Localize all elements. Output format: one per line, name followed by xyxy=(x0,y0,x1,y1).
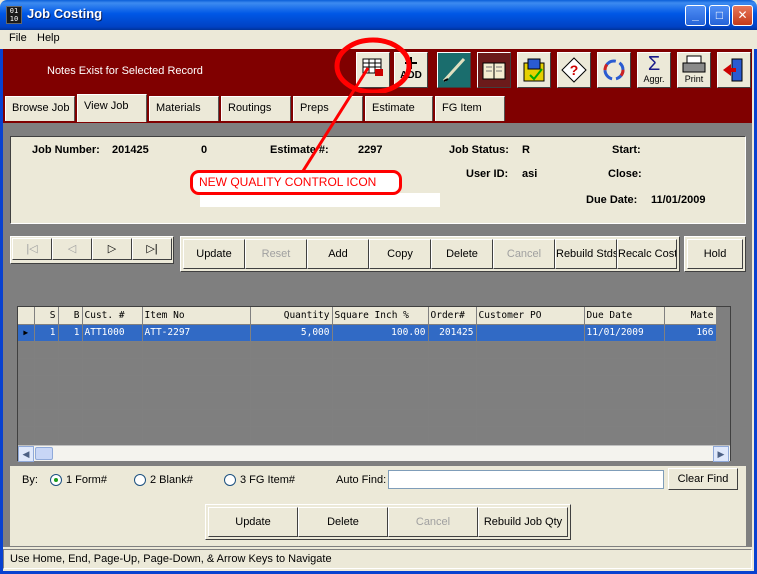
table-row xyxy=(18,358,717,376)
clear-find-button[interactable]: Clear Find xyxy=(668,468,738,490)
table-cell: 11/01/2009 xyxy=(584,324,665,342)
scroll-right-icon[interactable]: ▶ xyxy=(713,446,729,462)
table-cell: ATT1000 xyxy=(82,324,143,342)
horizontal-scrollbar[interactable]: ◀ ▶ xyxy=(18,445,730,462)
by-label: By: xyxy=(22,474,38,486)
table-cell: 201425 xyxy=(428,324,477,342)
previous-record-button[interactable]: ◁ xyxy=(52,238,92,260)
table-row[interactable]: ▶ 1 1 ATT1000 ATT-2297 5,000 100.00 2014… xyxy=(18,324,717,342)
radio-fg-item-label[interactable]: 3 FG Item# xyxy=(240,474,295,486)
radio-blank[interactable] xyxy=(134,474,146,486)
row-pointer-icon: ▶ xyxy=(18,324,35,342)
bottom-delete-button[interactable]: Delete xyxy=(298,507,388,537)
job-grid[interactable]: S B Cust. # Item No Quantity Square Inch… xyxy=(17,306,731,461)
column-header[interactable]: Cust. # xyxy=(82,307,143,325)
next-record-button[interactable]: ▷ xyxy=(92,238,132,260)
scroll-left-icon[interactable]: ◀ xyxy=(18,446,34,462)
radio-form[interactable] xyxy=(50,474,62,486)
bottom-cancel-button[interactable]: Cancel xyxy=(388,507,478,537)
scroll-thumb[interactable] xyxy=(35,447,53,460)
auto-find-input[interactable] xyxy=(388,470,664,489)
row-header-corner xyxy=(18,307,35,325)
hold-button[interactable]: Hold xyxy=(687,239,743,269)
radio-form-label[interactable]: 1 Form# xyxy=(66,474,107,486)
first-record-button[interactable]: |◁ xyxy=(12,238,52,260)
annotation-text: NEW QUALITY CONTROL ICON xyxy=(199,175,377,189)
recalc-costs-button[interactable]: Recalc Costs xyxy=(617,239,677,269)
reset-button[interactable]: Reset xyxy=(245,239,307,269)
table-cell: 1 xyxy=(34,324,59,342)
table-cell: 1 xyxy=(58,324,83,342)
column-header[interactable]: Quantity xyxy=(250,307,333,325)
table-row xyxy=(18,426,717,444)
update-button[interactable]: Update xyxy=(183,239,245,269)
radio-blank-label[interactable]: 2 Blank# xyxy=(150,474,193,486)
rebuild-stds-button[interactable]: Rebuild Stds xyxy=(555,239,617,269)
table-header-row: S B Cust. # Item No Quantity Square Inch… xyxy=(18,307,717,325)
column-header[interactable]: Customer PO xyxy=(476,307,585,325)
radio-fg-item[interactable] xyxy=(224,474,236,486)
column-header[interactable]: Due Date xyxy=(584,307,665,325)
auto-find-label: Auto Find: xyxy=(336,474,387,486)
column-header[interactable]: Mate xyxy=(664,307,717,325)
column-header[interactable]: Square Inch % xyxy=(332,307,429,325)
last-record-button[interactable]: ▷| xyxy=(132,238,172,260)
table-cell: ATT-2297 xyxy=(142,324,251,342)
status-bar: Use Home, End, Page-Up, Page-Down, & Arr… xyxy=(3,549,752,569)
table-row xyxy=(18,392,717,410)
column-header[interactable]: Item No xyxy=(142,307,251,325)
table-cell: 166 xyxy=(664,324,717,342)
rebuild-job-qty-button[interactable]: Rebuild Job Qty xyxy=(478,507,568,537)
table-row xyxy=(18,409,717,427)
cancel-button[interactable]: Cancel xyxy=(493,239,555,269)
table-cell: 100.00 xyxy=(332,324,429,342)
column-header[interactable]: S xyxy=(34,307,59,325)
bottom-update-button[interactable]: Update xyxy=(208,507,298,537)
job-table: S B Cust. # Item No Quantity Square Inch… xyxy=(18,307,717,444)
copy-button[interactable]: Copy xyxy=(369,239,431,269)
table-cell: 5,000 xyxy=(250,324,333,342)
table-cell xyxy=(476,324,585,342)
sort-panel: By: 1 Form# 2 Blank# 3 FG Item# Auto Fin… xyxy=(10,466,746,492)
add-button[interactable]: Add xyxy=(307,239,369,269)
table-row xyxy=(18,341,717,359)
delete-button[interactable]: Delete xyxy=(431,239,493,269)
column-header[interactable]: Order# xyxy=(428,307,477,325)
table-row xyxy=(18,375,717,393)
column-header[interactable]: B xyxy=(58,307,83,325)
